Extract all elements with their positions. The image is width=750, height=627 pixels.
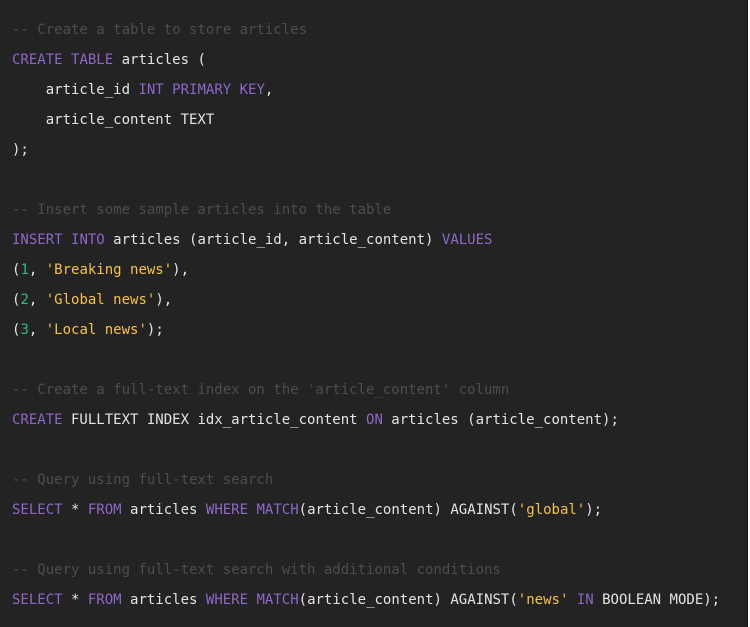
plain-token: * [62, 592, 88, 608]
code-block: -- Create a table to store articles CREAT… [0, 0, 748, 627]
keyword-token: TABLE [71, 52, 114, 68]
comment-token: -- Create a table to store articles [12, 22, 308, 38]
plain-token: FULLTEXT INDEX idx_article_content [62, 412, 367, 428]
plain-token: articles (article_id, article_content) [104, 232, 442, 248]
keyword-token: IN [576, 592, 594, 608]
code-line: SELECT * FROM articles WHERE MATCH(artic… [12, 585, 720, 615]
keyword-token: VALUES [441, 232, 493, 248]
code-line: CREATE TABLE articles ( [12, 45, 720, 75]
plain-token: ), [172, 262, 190, 278]
code-lines: -- Create a table to store articles CREAT… [12, 15, 720, 615]
plain-token: articles [121, 502, 206, 518]
code-line: -- Query using full-text search [12, 465, 720, 495]
keyword-token: MATCH [256, 502, 299, 518]
plain-token: , [28, 262, 46, 278]
keyword-token: SELECT [12, 502, 63, 518]
plain-token: BOOLEAN MODE); [593, 592, 721, 608]
keyword-token: INTO [71, 232, 105, 248]
plain-token: articles [121, 592, 206, 608]
code-line: -- Create a full-text index on the 'arti… [12, 375, 720, 405]
keyword-token: INT [138, 82, 164, 98]
number-token: 1 [20, 262, 29, 278]
code-line: (1, 'Breaking news'), [12, 255, 720, 285]
plain-token: article_content TEXT [12, 112, 215, 128]
keyword-token: CREATE [12, 412, 63, 428]
plain-token: * [62, 502, 88, 518]
keyword-token: WHERE [205, 502, 249, 518]
code-line: article_id INT PRIMARY KEY, [12, 75, 720, 105]
comment-token: -- Query using full-text search with add… [12, 562, 501, 578]
keyword-token: WHERE [205, 592, 249, 608]
string-token: 'global' [517, 502, 586, 518]
keyword-token: FROM [87, 502, 122, 518]
number-token: 2 [20, 292, 29, 308]
plain-token: article_id [12, 82, 139, 98]
string-token: 'Local news' [45, 322, 147, 338]
code-line: (2, 'Global news'), [12, 285, 720, 315]
plain-token: ); [585, 502, 603, 518]
comment-token: -- Create a full-text index on the 'arti… [12, 382, 510, 398]
comment-token: -- Insert some sample articles into the … [12, 202, 392, 218]
code-line: SELECT * FROM articles WHERE MATCH(artic… [12, 495, 720, 525]
keyword-token: SELECT [12, 592, 63, 608]
code-line: -- Query using full-text search with add… [12, 555, 720, 585]
plain-token: , [28, 292, 46, 308]
code-line: ); [12, 135, 720, 165]
code-line: -- Create a table to store articles [12, 15, 720, 45]
plain-token: ), [155, 292, 173, 308]
plain-token: (article_content) AGAINST( [298, 502, 518, 518]
string-token: 'Breaking news' [45, 262, 173, 278]
plain-token: ); [12, 142, 29, 158]
keyword-token: FROM [87, 592, 122, 608]
code-line: -- Insert some sample articles into the … [12, 195, 720, 225]
plain-token: , [28, 322, 46, 338]
keyword-token: PRIMARY [172, 82, 232, 98]
plain-token: articles (article_content); [382, 412, 619, 428]
keyword-token: KEY [239, 82, 265, 98]
string-token: 'Global news' [45, 292, 156, 308]
code-line: (3, 'Local news'); [12, 315, 720, 345]
code-line: CREATE FULLTEXT INDEX idx_article_conten… [12, 405, 720, 435]
keyword-token: CREATE [12, 52, 63, 68]
keyword-token: MATCH [256, 592, 299, 608]
plain-token: ); [146, 322, 164, 338]
number-token: 3 [20, 322, 29, 338]
plain-token: , [264, 82, 274, 98]
keyword-token: INSERT [12, 232, 63, 248]
keyword-token: ON [366, 412, 383, 428]
string-token: 'news' [517, 592, 569, 608]
code-line: INSERT INTO articles (article_id, articl… [12, 225, 720, 255]
plain-token: (article_content) AGAINST( [298, 592, 518, 608]
plain-token: articles ( [113, 52, 206, 68]
comment-token: -- Query using full-text search [12, 472, 274, 488]
code-line: article_content TEXT [12, 105, 720, 135]
